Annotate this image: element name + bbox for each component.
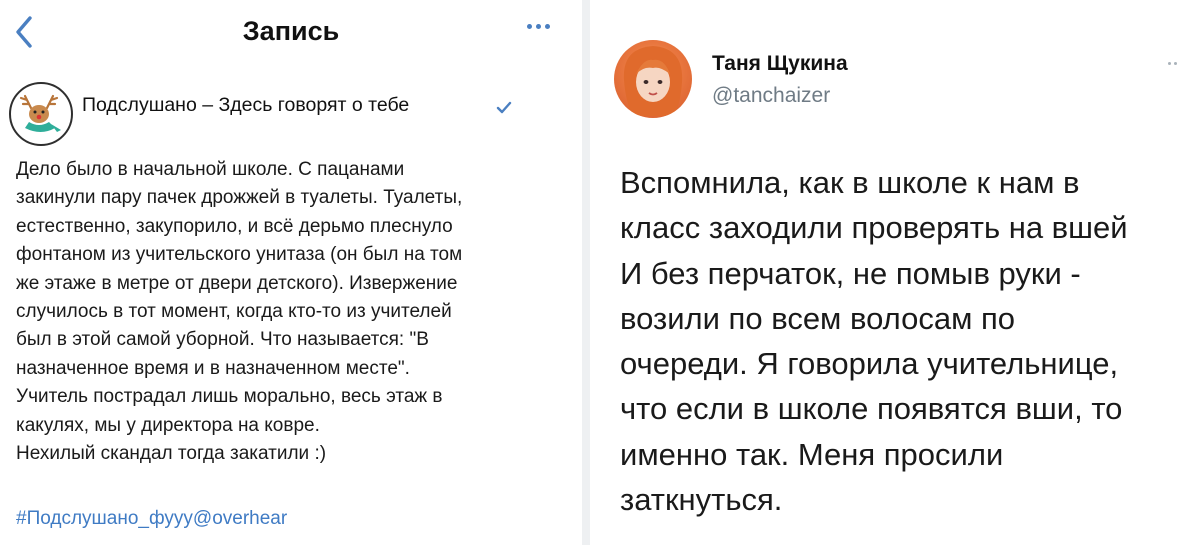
post-text-line: Нехилый скандал тогда закатили :)	[16, 443, 327, 465]
user-handle[interactable]: @tanchaizer	[712, 84, 830, 108]
post-text-line: фонтаном из учительского унитаза (он был…	[16, 244, 463, 266]
post-text-line: Учитель пострадал лишь морально, весь эт…	[16, 386, 443, 408]
panel-divider	[582, 0, 590, 545]
reindeer-logo-icon[interactable]	[9, 82, 73, 146]
tweet-text-line: класс заходили проверять на вшей	[620, 210, 1128, 246]
hashtag-link[interactable]: #Подслушано_фууу@overhear	[16, 508, 287, 530]
post-body: Дело было в начальной школе. С пацанами …	[16, 156, 578, 468]
vk-post-panel: Запись Подслушано – Здесь говорят о тебе…	[0, 0, 582, 545]
post-text-line: случилось в тот момент, когда кто-то из …	[16, 301, 452, 323]
tweet-text-line: заткнуться.	[620, 482, 783, 518]
post-header: Запись	[0, 0, 582, 66]
post-text-line: же этаже в метре от двери детского). Изв…	[16, 272, 458, 294]
tweet-text-line: И без перчаток, не помыв руки -	[620, 255, 1081, 291]
tweet-body: Вспомнила, как в школе к нам в класс зах…	[620, 160, 1180, 522]
post-text-line: какулях, мы у директора на ковре.	[16, 414, 320, 436]
ellipsis-icon[interactable]	[527, 24, 561, 38]
post-text-line: закинули пару пачек дрожжей в туалеты. Т…	[16, 187, 463, 209]
tweet-text-line: что если в школе появятся вши, то	[620, 391, 1123, 427]
tweet-panel: Таня Щукина @tanchaizer Вспомнила, как в…	[590, 0, 1185, 545]
tweet-text-line: именно так. Меня просили	[620, 436, 1004, 472]
tweet-text-line: возили по всем волосам по	[620, 300, 1016, 336]
group-name-link[interactable]: Подслушано – Здесь говорят о тебе	[82, 94, 409, 117]
tweet-text-line: Вспомнила, как в школе к нам в	[620, 165, 1080, 200]
tweet-text-line: очереди. Я говорила учительнице,	[620, 346, 1119, 382]
ellipsis-icon[interactable]	[1168, 62, 1184, 68]
page-title: Запись	[242, 16, 340, 46]
post-text-line: назначенное время и в назначенном месте"…	[16, 357, 410, 379]
post-text-line: Дело было в начальной школе. С пацанами	[16, 159, 405, 180]
verified-check-icon	[495, 99, 513, 117]
post-text-line: естественно, закупорило, и всё дерьмо пл…	[16, 215, 453, 237]
user-avatar-icon[interactable]	[614, 40, 692, 118]
user-display-name[interactable]: Таня Щукина	[712, 52, 848, 76]
post-text-line: был в этой самой уборной. Что называется…	[16, 329, 429, 351]
